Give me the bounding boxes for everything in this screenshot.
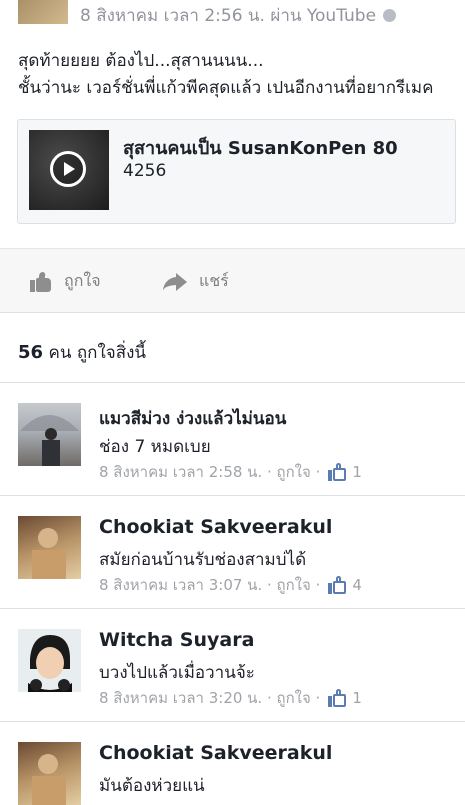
comment-like-icon[interactable] <box>328 689 347 707</box>
comment-meta: 8 สิงหาคม เวลา 3:20 น. · ถูกใจ · 1 <box>99 686 362 710</box>
comment-text: มันต้องห่วยแน่ <box>99 776 205 796</box>
globe-icon <box>383 9 397 22</box>
comment-item: Witcha Suyara บวงไปแล้วเมื่อวานจ้ะ 8 สิง… <box>0 609 465 721</box>
post-header: 8 สิงหาคม เวลา 2:56 น. ผ่าน YouTube <box>0 0 465 34</box>
comment-text: สมัยก่อนบ้านรับช่องสามบ่ได้ <box>99 550 307 570</box>
commenter-avatar[interactable] <box>18 516 81 579</box>
comment-like-icon[interactable] <box>328 576 347 594</box>
likes-summary[interactable]: 56 คน ถูกใจสิ่งนี้ <box>18 339 146 366</box>
comment-item: แมวสีม่วง ง่วงแล้วไม่นอน ช่อง 7 หมดเบย 8… <box>0 383 465 495</box>
likes-text: คน ถูกใจสิ่งนี้ <box>48 343 147 363</box>
play-icon[interactable] <box>50 151 86 187</box>
share-icon <box>163 272 187 292</box>
post-meta-text: 8 สิงหาคม เวลา 2:56 น. ผ่าน YouTube <box>80 6 377 26</box>
comment-item: Chookiat Sakveerakul มันต้องห่วยแน่ <box>0 722 465 805</box>
post-text-line-2: ชั้นว่านะ เวอร์ชั่นพี่แก้วพีคสุดแล้ว เปน… <box>18 78 434 98</box>
video-subtitle: 4256 <box>123 161 167 181</box>
comment-meta-text[interactable]: 8 สิงหาคม เวลา 3:20 น. · ถูกใจ · <box>99 686 320 710</box>
like-label: ถูกใจ <box>64 271 101 290</box>
divider <box>0 312 465 313</box>
comment-like-count: 1 <box>352 463 362 481</box>
action-bar: ถูกใจ แชร์ <box>0 249 465 312</box>
comment-meta: 8 สิงหาคม เวลา 3:07 น. · ถูกใจ · 4 <box>99 573 362 597</box>
commenter-name[interactable]: Chookiat Sakveerakul <box>99 742 332 764</box>
like-button[interactable]: ถูกใจ <box>30 269 101 294</box>
like-icon <box>30 271 52 292</box>
comment-text: บวงไปแล้วเมื่อวานจ้ะ <box>99 663 255 683</box>
post-meta: 8 สิงหาคม เวลา 2:56 น. ผ่าน YouTube <box>80 2 397 29</box>
video-title[interactable]: สุสานคนเป็น SusanKonPen 80 <box>123 133 398 162</box>
shared-video-card[interactable]: สุสานคนเป็น SusanKonPen 80 4256 <box>17 119 456 224</box>
commenter-avatar[interactable] <box>18 403 81 466</box>
commenter-name[interactable]: Chookiat Sakveerakul <box>99 516 332 538</box>
share-label: แชร์ <box>199 271 229 290</box>
comment-meta-text[interactable]: 8 สิงหาคม เวลา 2:58 น. · ถูกใจ · <box>99 460 320 484</box>
commenter-name[interactable]: แมวสีม่วง ง่วงแล้วไม่นอน <box>99 405 286 432</box>
video-thumbnail[interactable] <box>29 130 109 210</box>
comment-meta-text[interactable]: 8 สิงหาคม เวลา 3:07 น. · ถูกใจ · <box>99 573 320 597</box>
comment-like-icon[interactable] <box>328 463 347 481</box>
share-button[interactable]: แชร์ <box>163 269 229 294</box>
comment-like-count: 1 <box>352 689 362 707</box>
likes-count: 56 <box>18 342 44 363</box>
commenter-avatar[interactable] <box>18 629 81 692</box>
commenter-name[interactable]: Witcha Suyara <box>99 629 254 651</box>
post-text: สุดท้ายยยย ต้องไป...สุสานนนน... ชั้นว่าน… <box>18 48 458 102</box>
poster-avatar[interactable] <box>18 0 68 24</box>
comment-text: ช่อง 7 หมดเบย <box>99 437 211 457</box>
post-text-line-1: สุดท้ายยยย ต้องไป...สุสานนนน... <box>18 51 264 71</box>
comment-meta: 8 สิงหาคม เวลา 2:58 น. · ถูกใจ · 1 <box>99 460 362 484</box>
comment-item: Chookiat Sakveerakul สมัยก่อนบ้านรับช่อง… <box>0 496 465 608</box>
commenter-avatar[interactable] <box>18 742 81 805</box>
comment-like-count: 4 <box>352 576 362 594</box>
